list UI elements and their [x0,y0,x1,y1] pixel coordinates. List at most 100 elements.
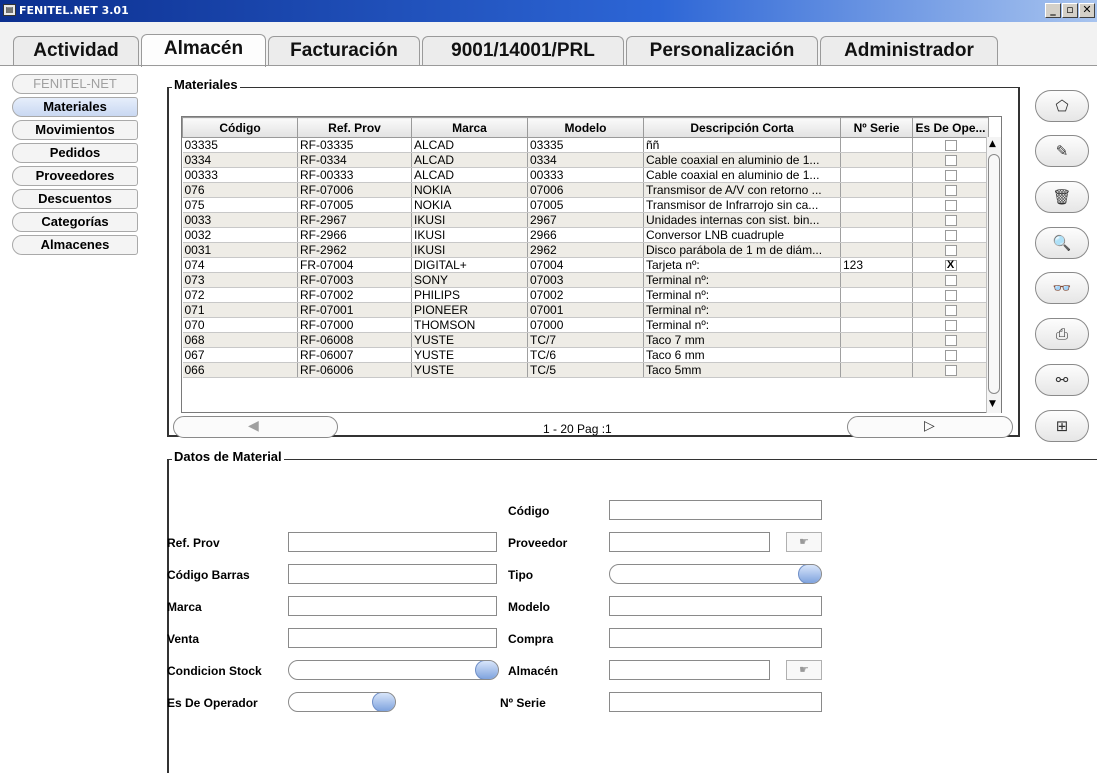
table-row[interactable]: 03335 RF-03335 ALCAD 03335 ññ [182,137,989,153]
cell-es-de-operador [912,152,989,168]
marca-field[interactable] [288,596,497,616]
operador-checkbox[interactable] [944,200,957,212]
table-row[interactable]: 0031 RF-2962 IKUSI 2962 Disco parábola de 1 … [182,242,989,258]
cell-es-de-operador [912,137,989,153]
sidebar-item-almacenes[interactable]: Almacenes [12,235,138,255]
sidebar-item-descuentos[interactable]: Descuentos [12,189,138,209]
operador-checkbox[interactable] [944,230,957,242]
table-cell: 07001 [527,302,644,318]
label-codigo: Código [508,504,550,518]
scroll-down-icon[interactable]: ▼ [989,399,996,409]
table-cell: RF-07005 [297,197,412,213]
table-row[interactable]: 070 RF-07000 THOMSON 07000 Terminal nº: [182,317,989,333]
modelo-field[interactable] [609,596,822,616]
prev-page-button[interactable]: ◀ [173,416,338,438]
operador-checkbox[interactable] [944,365,957,377]
sidebar-item-proveedores[interactable]: Proveedores [12,166,138,186]
table-row[interactable]: 00333 RF-00333 ALCAD 00333 Cable coaxial en … [182,167,989,183]
cell-es-de-operador [912,182,989,198]
proveedor-lookup-button[interactable]: ☛ [786,532,822,552]
sidebar-item-pedidos[interactable]: Pedidos [12,143,138,163]
tab-personalizacion[interactable]: Personalización [626,36,818,66]
table-cell: NOKIA [411,197,528,213]
col-header-codigo[interactable]: Código [182,117,298,138]
compra-field[interactable] [609,628,822,648]
operador-checkbox[interactable]: X [944,260,957,272]
table-cell: Tarjeta nº: [643,257,841,273]
codigo-field[interactable] [609,500,822,520]
proveedor-field[interactable] [609,532,770,552]
print-button[interactable]: ⎙ [1035,318,1089,350]
tab-almacen[interactable]: Almacén [141,34,266,67]
operador-checkbox[interactable] [944,170,957,182]
minimize-button[interactable]: _ [1045,3,1061,18]
scroll-thumb[interactable] [988,154,1000,394]
table-row[interactable]: 0032 RF-2966 IKUSI 2966 Conversor LNB cuadru… [182,227,989,243]
almacen-field[interactable] [609,660,770,680]
table-row[interactable]: 0334 RF-0334 ALCAD 0334 Cable coaxial en alu… [182,152,989,168]
operador-checkbox[interactable] [944,140,957,152]
operador-checkbox[interactable] [944,290,957,302]
tab-administrador[interactable]: Administrador [820,36,998,66]
scroll-up-icon[interactable]: ▲ [989,139,996,149]
search-button[interactable]: 🔍 [1035,227,1089,259]
sidebar-item-movimientos[interactable]: Movimientos [12,120,138,140]
col-header-modelo[interactable]: Modelo [527,117,644,138]
close-button[interactable]: ✕ [1079,3,1095,18]
es-de-operador-select[interactable] [288,692,396,712]
table-cell: Cable coaxial en aluminio de 1... [643,152,841,168]
table-cell: IKUSI [411,227,528,243]
col-header-marca[interactable]: Marca [411,117,528,138]
table-row[interactable]: 074 FR-07004 DIGITAL+ 07004 Tarjeta nº: 123 X [182,257,989,273]
operador-checkbox[interactable] [944,275,957,287]
operador-checkbox[interactable] [944,335,957,347]
delete-button[interactable]: 🗑 [1035,181,1089,213]
table-row[interactable]: 068 RF-06008 YUSTE TC/7 Taco 7 mm [182,332,989,348]
maximize-button[interactable]: ▫ [1062,3,1078,18]
codigo-barras-field[interactable] [288,564,497,584]
table-cell: RF-07003 [297,272,412,288]
sidebar-item-categorias[interactable]: Categorías [12,212,138,232]
table-row[interactable]: 073 RF-07003 SONY 07003 Terminal nº: [182,272,989,288]
new-button[interactable]: ⬠ [1035,90,1089,122]
table-scrollbar[interactable]: ▲ ▼ [986,137,1001,413]
col-header-descripcion[interactable]: Descripción Corta [643,117,841,138]
tab-actividad[interactable]: Actividad [13,36,139,66]
col-header-n-serie[interactable]: Nº Serie [840,117,913,138]
col-header-ref-prov[interactable]: Ref. Prov [297,117,412,138]
sidebar-item-materiales[interactable]: Materiales [12,97,138,117]
operador-checkbox[interactable] [944,185,957,197]
table-row[interactable]: 067 RF-06007 YUSTE TC/6 Taco 6 mm [182,347,989,363]
table-row[interactable]: 072 RF-07002 PHILIPS 07002 Terminal nº: [182,287,989,303]
operador-checkbox[interactable] [944,305,957,317]
table-cell: RF-06006 [297,362,412,378]
tab-facturacion[interactable]: Facturación [268,36,420,66]
grid-button[interactable]: ⊞ [1035,410,1089,442]
table-row[interactable]: 075 RF-07005 NOKIA 07005 Transmisor de Infra… [182,197,989,213]
table-cell: Taco 5mm [643,362,841,378]
tab-9001[interactable]: 9001/14001/PRL [422,36,624,66]
table-cell [840,347,913,363]
venta-field[interactable] [288,628,497,648]
table-row[interactable]: 071 RF-07001 PIONEER 07001 Terminal nº: [182,302,989,318]
operador-checkbox[interactable] [944,155,957,167]
edit-button[interactable]: ✎ [1035,135,1089,167]
almacen-lookup-button[interactable]: ☛ [786,660,822,680]
condicion-stock-select[interactable] [288,660,499,680]
link-button[interactable]: ⚯ [1035,364,1089,396]
table-row[interactable]: 066 RF-06006 YUSTE TC/5 Taco 5mm [182,362,989,378]
table-row[interactable]: 076 RF-07006 NOKIA 07006 Transmisor de A/V c… [182,182,989,198]
col-header-es-de-operador[interactable]: Es De Ope... [912,117,989,138]
operador-checkbox[interactable] [944,245,957,257]
tipo-select[interactable] [609,564,822,584]
n-serie-field[interactable] [609,692,822,712]
operador-checkbox[interactable] [944,320,957,332]
find-button[interactable]: 👓 [1035,272,1089,304]
operador-checkbox[interactable] [944,350,957,362]
delete-icon: 🗑 [1052,188,1072,206]
operador-checkbox[interactable] [944,215,957,227]
table-cell: ALCAD [411,152,528,168]
next-page-button[interactable]: ▷ [847,416,1013,438]
table-row[interactable]: 0033 RF-2967 IKUSI 2967 Unidades internas co… [182,212,989,228]
ref-prov-field[interactable] [288,532,497,552]
